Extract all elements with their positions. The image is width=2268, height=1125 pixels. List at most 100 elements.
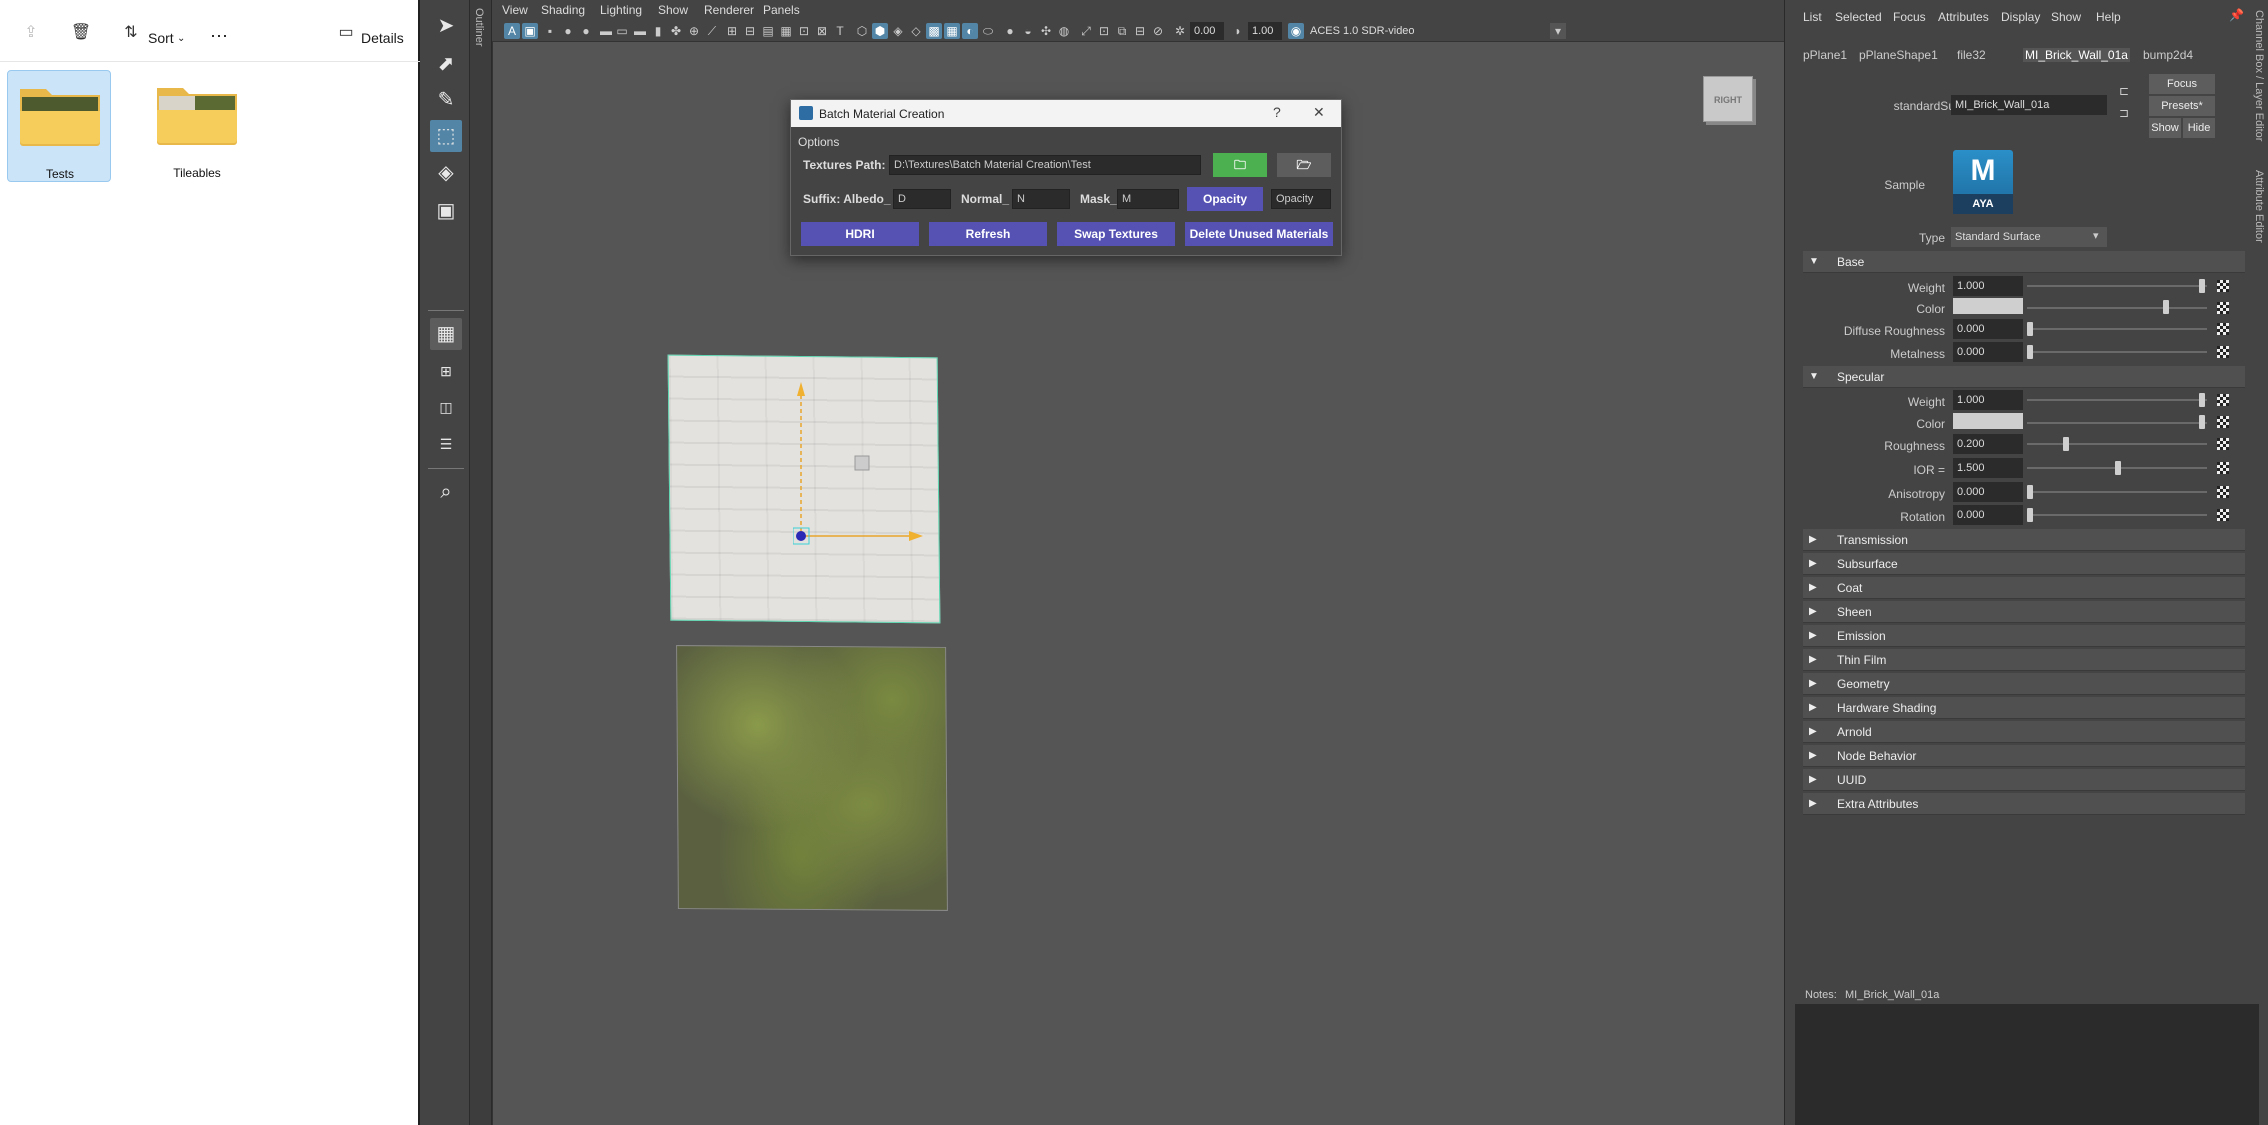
paint-select-icon[interactable]: ✎: [430, 84, 462, 116]
gamma-icon[interactable]: ◗: [1230, 23, 1246, 39]
tab-bump2d4[interactable]: bump2d4: [2143, 48, 2193, 62]
gate-mask-icon[interactable]: ▬: [632, 23, 648, 39]
four-view-icon[interactable]: ⊞: [430, 355, 462, 387]
chevron-down-icon[interactable]: ▾: [1550, 23, 1566, 39]
menu-shading[interactable]: Shading: [541, 3, 585, 17]
sort-icon[interactable]: ⇅: [120, 22, 142, 44]
hud-icon[interactable]: ⬭: [980, 23, 996, 39]
resolution-gate-icon[interactable]: ▭: [614, 23, 630, 39]
frame-all-icon[interactable]: ⧉: [1114, 23, 1130, 39]
metalness-slider[interactable]: [2027, 345, 2033, 359]
texture-map-button[interactable]: [2217, 416, 2229, 428]
show-button[interactable]: Show: [2149, 118, 2181, 138]
presets-button[interactable]: Presets*: [2149, 96, 2215, 116]
focus-button[interactable]: Focus: [2149, 74, 2215, 94]
folder-item-tests[interactable]: Tests: [7, 70, 111, 182]
delete-icon[interactable]: 🗑: [70, 22, 92, 44]
outliner-layout-icon[interactable]: ☰: [430, 428, 462, 460]
section-hardware-shading[interactable]: ▶ Hardware Shading: [1803, 697, 2245, 719]
chevron-down-icon[interactable]: ⌄: [177, 33, 185, 44]
default-material-icon[interactable]: ▤: [760, 23, 776, 39]
motion-blur-icon[interactable]: ▩: [926, 23, 942, 39]
menu-lighting[interactable]: Lighting: [600, 3, 642, 17]
section-thin-film[interactable]: ▶ Thin Film: [1803, 649, 2245, 671]
material-sample-swatch[interactable]: M AYA: [1953, 150, 2013, 214]
texture-map-button[interactable]: [2217, 462, 2229, 474]
refresh-button[interactable]: Refresh: [929, 222, 1047, 246]
hdri-icon[interactable]: ⊘: [1150, 23, 1166, 39]
view-transform-select[interactable]: ACES 1.0 SDR-video (sRGB): [1306, 22, 1456, 55]
search-icon[interactable]: ⌕: [430, 476, 462, 508]
details-pane-icon[interactable]: ▭: [335, 22, 357, 44]
lasso-tool-icon[interactable]: ⬈: [430, 48, 462, 80]
dialog-titlebar[interactable]: Batch Material Creation ? ✕: [791, 100, 1341, 127]
details-button[interactable]: Details: [361, 30, 404, 46]
textured-icon[interactable]: ▦: [778, 23, 794, 39]
tab-file32[interactable]: file32: [1957, 48, 1986, 62]
two-view-icon[interactable]: ◫: [430, 391, 462, 423]
albedo-suffix-input[interactable]: D: [893, 189, 951, 209]
bookmark-icon[interactable]: ▪: [542, 23, 558, 39]
section-subsurface[interactable]: ▶ Subsurface: [1803, 553, 2245, 575]
lights-icon[interactable]: ⊡: [796, 23, 812, 39]
hide-button[interactable]: Hide: [2183, 118, 2215, 138]
ior-slider[interactable]: [2115, 461, 2121, 475]
grid-icon[interactable]: ⟋: [704, 23, 720, 39]
isolate-icon[interactable]: ⬡: [854, 23, 870, 39]
texture-map-button[interactable]: [2217, 323, 2229, 335]
share-icon[interactable]: ⇪: [20, 22, 42, 44]
camera-attrs-icon[interactable]: ▣: [522, 23, 538, 39]
hdri-button[interactable]: HDRI: [801, 222, 919, 246]
notes-textarea[interactable]: [1795, 1004, 2259, 1125]
tab-pplane1[interactable]: pPlane1: [1803, 48, 1847, 62]
mask-suffix-input[interactable]: M: [1117, 189, 1179, 209]
rotation-slider[interactable]: [2027, 508, 2033, 522]
spec-roughness-input[interactable]: 0.200: [1953, 434, 2023, 454]
section-specular[interactable]: ▼ Specular: [1803, 366, 2245, 388]
outliner-side-tab[interactable]: Outliner: [470, 0, 492, 1125]
move-manipulator[interactable]: [793, 372, 923, 562]
section-emission[interactable]: ▶ Emission: [1803, 625, 2245, 647]
wireframe-icon[interactable]: ⊞: [724, 23, 740, 39]
color-management-icon[interactable]: ◉: [1288, 23, 1304, 39]
section-sheen[interactable]: ▶ Sheen: [1803, 601, 2245, 623]
menu-help[interactable]: Help: [2096, 10, 2121, 24]
browse-folder-button[interactable]: 🗁: [1277, 153, 1331, 177]
folder-item-tileables[interactable]: Tileables: [145, 70, 249, 182]
base-weight-slider[interactable]: [2199, 279, 2205, 293]
output-connection-icon[interactable]: ⊐: [2119, 106, 2129, 120]
scale-tool-icon[interactable]: ▣: [430, 195, 462, 227]
base-color-swatch[interactable]: [1953, 298, 2023, 314]
xray-icon[interactable]: T: [832, 23, 848, 39]
anisotropy-input[interactable]: 0.000: [1953, 482, 2023, 502]
pin-icon[interactable]: 📌: [2229, 8, 2244, 22]
safe-title-icon[interactable]: ⊕: [686, 23, 702, 39]
texture-map-button[interactable]: [2217, 280, 2229, 292]
metalness-input[interactable]: 0.000: [1953, 342, 2023, 362]
normal-suffix-input[interactable]: N: [1012, 189, 1070, 209]
sort-button[interactable]: Sort: [148, 30, 174, 46]
section-base[interactable]: ▼ Base: [1803, 251, 2245, 273]
ior-input[interactable]: 1.500: [1953, 458, 2023, 478]
chevron-down-icon[interactable]: ▾: [2093, 229, 2099, 242]
menu-renderer[interactable]: Renderer: [704, 3, 754, 17]
menu-selected[interactable]: Selected: [1835, 10, 1882, 24]
select-camera-icon[interactable]: A: [504, 23, 520, 39]
film-gate-icon[interactable]: ▬: [598, 23, 614, 39]
image-plane-icon[interactable]: ●: [560, 23, 576, 39]
spec-color-swatch[interactable]: [1953, 413, 2023, 429]
opacity-toggle-button[interactable]: Opacity: [1187, 187, 1263, 211]
rotate-tool-icon[interactable]: ◈: [430, 157, 462, 189]
cube-wire-icon[interactable]: ◈: [890, 23, 906, 39]
base-weight-input[interactable]: 1.000: [1953, 276, 2023, 296]
help-button[interactable]: ?: [1273, 104, 1281, 120]
sphere-lit-icon[interactable]: ◒: [1020, 23, 1036, 39]
toggle-view-icon[interactable]: ⊟: [1132, 23, 1148, 39]
section-transmission[interactable]: ▶ Transmission: [1803, 529, 2245, 551]
tab-mi-brick-wall[interactable]: MI_Brick_Wall_01a: [2023, 48, 2130, 62]
depth-of-field-icon[interactable]: ◐: [962, 23, 978, 39]
section-coat[interactable]: ▶ Coat: [1803, 577, 2245, 599]
section-geometry[interactable]: ▶ Geometry: [1803, 673, 2245, 695]
tumble-icon[interactable]: ⤢: [1078, 23, 1094, 39]
menu-show[interactable]: Show: [2051, 10, 2081, 24]
